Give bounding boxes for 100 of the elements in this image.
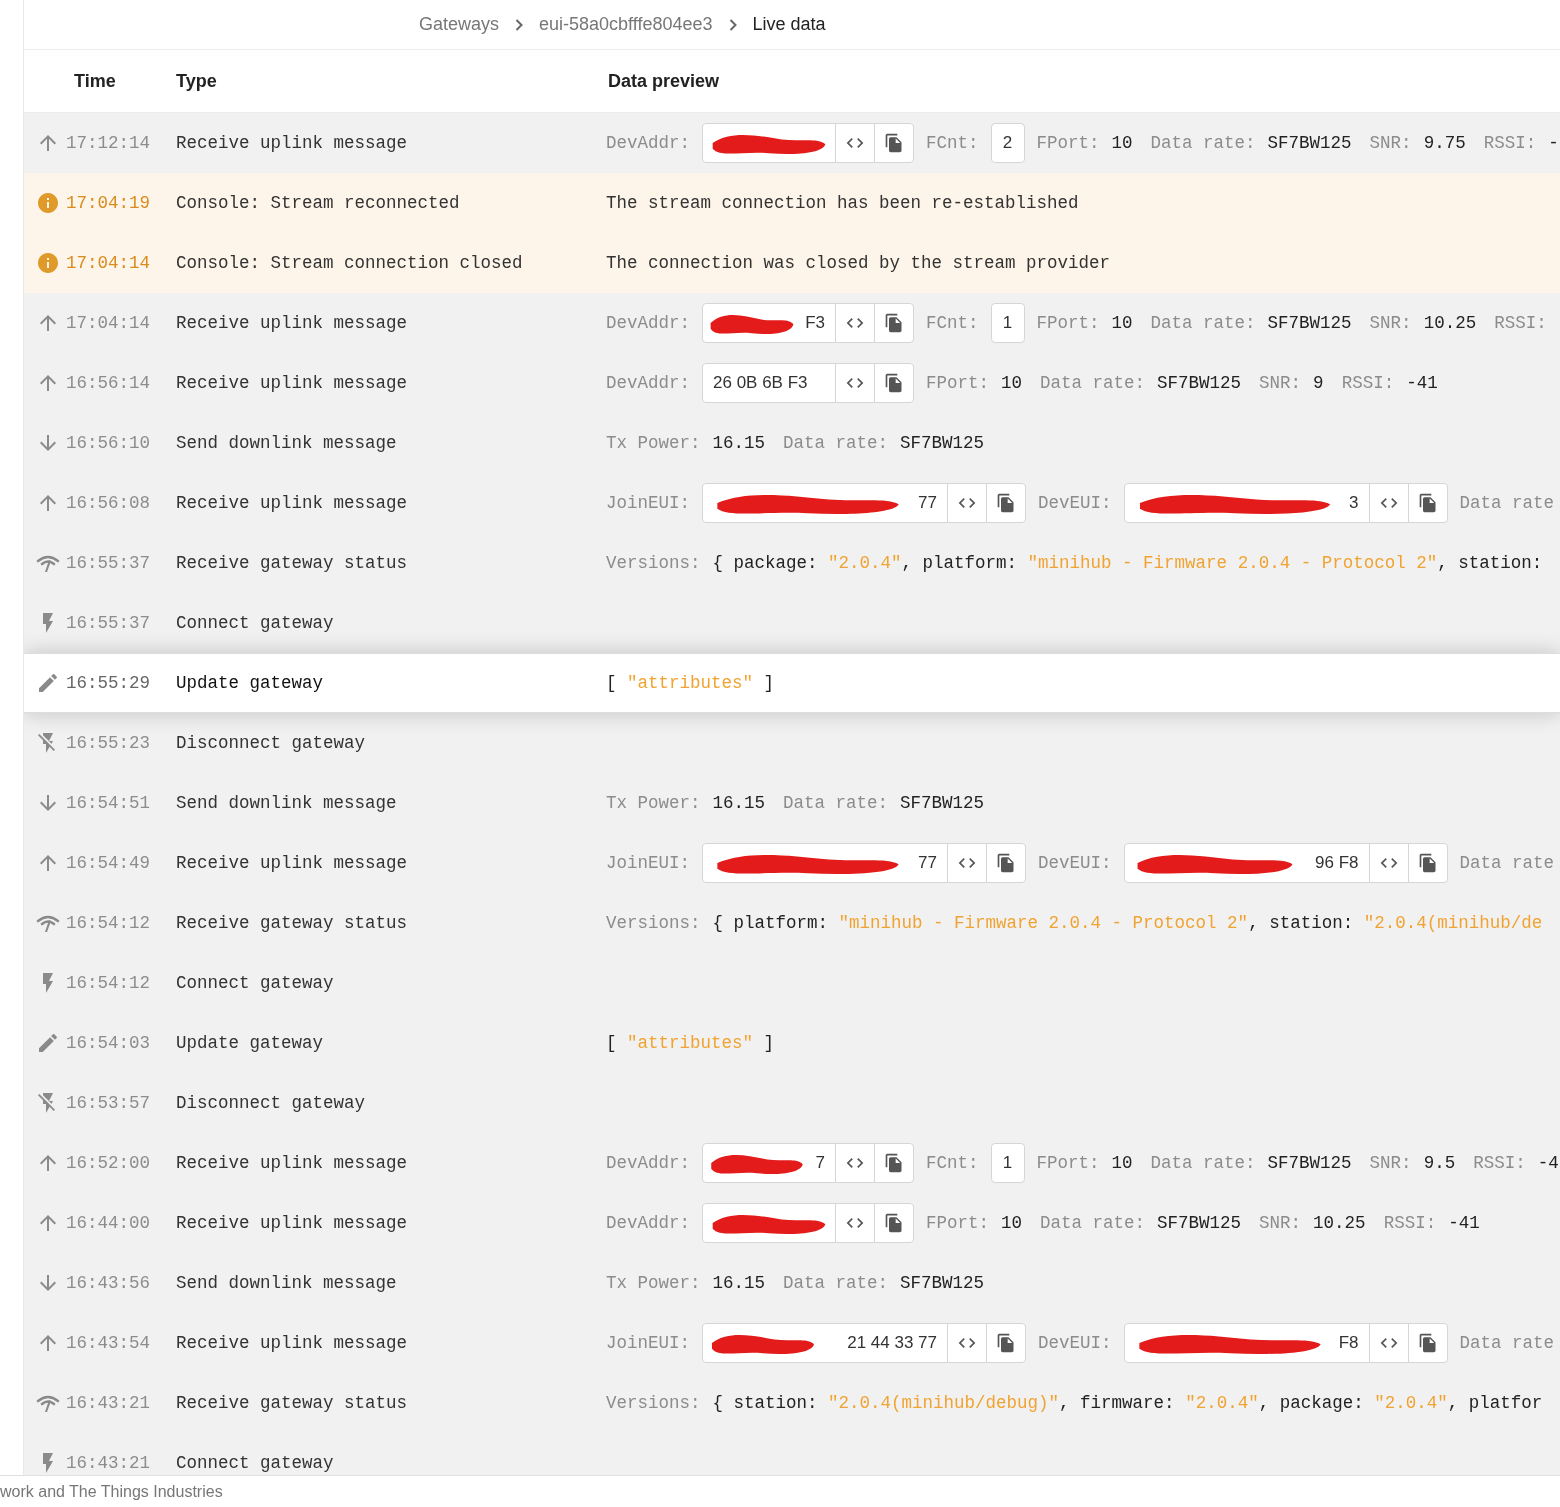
field-label: Data rate:: [1150, 311, 1256, 335]
breadcrumb-link[interactable]: eui-58a0cbfffe804ee3: [539, 11, 713, 38]
field-label: Tx Power:: [606, 791, 701, 815]
id-field[interactable]: 77: [702, 483, 1026, 523]
field-label: Data rate: [1459, 851, 1555, 875]
count-value: 2: [990, 123, 1025, 163]
event-type: Receive uplink message: [176, 491, 409, 515]
field-value: 10.25: [1423, 311, 1477, 335]
event-type: Console: Stream reconnected: [176, 191, 461, 215]
pencil-icon: [36, 671, 60, 695]
field-value: 9.75: [1423, 131, 1466, 155]
code-text: { package: "2.0.4", platform: "minihub - Firmware 2.0.4 - Protocol 2", station:: [712, 551, 1543, 575]
id-field[interactable]: [702, 123, 914, 163]
field-value: SF7BW125: [1267, 311, 1352, 335]
column-header: Data preview: [608, 69, 720, 93]
field-value: SF7BW125: [1157, 371, 1242, 395]
event-type: Receive uplink message: [176, 131, 409, 155]
event-type: Receive uplink message: [176, 371, 409, 395]
event-time: 16:56:08: [66, 491, 151, 515]
event-row[interactable]: 17:04:19 Console: Stream reconnected The stream connection has been re-established: [24, 173, 1560, 233]
field-label: FPort:: [926, 1211, 990, 1235]
field-label: RSSI:: [1483, 131, 1537, 155]
field-value: -41: [1406, 371, 1438, 395]
field-value: SF7BW125: [1157, 1211, 1242, 1235]
event-type: Receive uplink message: [176, 1331, 409, 1355]
id-field[interactable]: F3: [702, 303, 914, 343]
chevron-icon: [728, 18, 737, 31]
field-label: SNR:: [1259, 1211, 1302, 1235]
event-time: 16:54:49: [66, 851, 151, 875]
column-header: Type: [176, 69, 218, 93]
field-value: SF7BW125: [900, 431, 985, 455]
field-value: F8: [1338, 1332, 1359, 1355]
field-label: JoinEUI:: [606, 491, 690, 515]
field-value: SF7BW125: [900, 1271, 985, 1295]
code-text: { platform: "minihub - Firmware 2.0.4 - Protocol 2", station: "2.0.4(minihub/de: [712, 911, 1543, 935]
column-header: Time: [74, 69, 117, 93]
event-time: 16:43:21: [66, 1451, 151, 1475]
id-field[interactable]: 3: [1123, 483, 1448, 523]
field-value: 21 44 33 77: [847, 1332, 937, 1355]
event-type: Receive uplink message: [176, 851, 409, 875]
code-text: [ "attributes" ]: [606, 1031, 775, 1055]
field-label: DevAddr:: [606, 371, 690, 395]
event-type: Receive gateway status: [176, 1391, 409, 1415]
field-value: 10: [1111, 311, 1133, 335]
id-field[interactable]: 96 F8: [1123, 843, 1448, 883]
event-time: 16:53:57: [66, 1091, 151, 1115]
field-value: 3: [1349, 492, 1359, 515]
field-value: 16.15: [712, 791, 766, 815]
event-type: Receive gateway status: [176, 911, 409, 935]
event-type: Disconnect gateway: [176, 1091, 367, 1115]
id-field[interactable]: 7: [702, 1143, 914, 1183]
copy-icon: [884, 373, 904, 393]
field-value: -4: [1537, 1151, 1559, 1175]
event-time: 17:04:14: [66, 251, 151, 275]
event-time: 16:52:00: [66, 1151, 151, 1175]
event-type: Connect gateway: [176, 1451, 335, 1475]
field-label: Data rate:: [1040, 1211, 1146, 1235]
field-label: FPort:: [1036, 311, 1100, 335]
event-row[interactable]: 16:55:29 Update gateway [ "attributes" ]: [24, 653, 1560, 713]
field-label: Data rate:: [783, 431, 889, 455]
breadcrumb-link[interactable]: Gateways: [419, 11, 500, 38]
field-label: RSSI:: [1383, 1211, 1437, 1235]
event-time: 17:04:14: [66, 311, 151, 335]
field-value: 96 F8: [1315, 852, 1359, 875]
field-label: FCnt:: [926, 1151, 979, 1175]
copy-icon: [884, 313, 904, 333]
field-label: Data rate:: [1040, 371, 1146, 395]
field-label: DevAddr:: [606, 131, 690, 155]
event-time: 16:55:23: [66, 731, 151, 755]
event-message: The connection was closed by the stream provider: [606, 251, 1111, 275]
field-value: 77: [918, 852, 937, 875]
field-label: SNR:: [1369, 1151, 1412, 1175]
event-type: Disconnect gateway: [176, 731, 367, 755]
field-label: Tx Power:: [606, 431, 701, 455]
field-label: Versions:: [606, 1391, 701, 1415]
field-label: FCnt:: [926, 311, 979, 335]
copy-icon: [996, 1333, 1016, 1353]
field-label: SNR:: [1369, 131, 1412, 155]
id-field[interactable]: 26 0B 6B F3: [702, 363, 914, 403]
field-label: Versions:: [606, 551, 701, 575]
event-type: Connect gateway: [176, 611, 335, 635]
field-label: JoinEUI:: [606, 1331, 690, 1355]
id-field[interactable]: 21 44 33 77: [702, 1323, 1026, 1363]
event-row[interactable]: 17:04:14 Console: Stream connection closed The connection was closed by the stream provider: [24, 233, 1560, 293]
id-field[interactable]: [702, 1203, 914, 1243]
field-label: Versions:: [606, 911, 701, 935]
field-value: 7: [815, 1152, 825, 1175]
field-label: Data rate:: [783, 1271, 889, 1295]
event-type: Connect gateway: [176, 971, 335, 995]
field-value: 16.15: [712, 431, 766, 455]
event-type: Update gateway: [176, 671, 325, 695]
field-value: 77: [918, 492, 937, 515]
breadcrumb-link[interactable]: Live data: [752, 11, 826, 38]
event-type: Receive gateway status: [176, 551, 409, 575]
id-field[interactable]: 77: [702, 843, 1026, 883]
field-label: SNR:: [1259, 371, 1302, 395]
event-message: The stream connection has been re-established: [606, 191, 1079, 215]
id-field[interactable]: F8: [1123, 1323, 1448, 1363]
event-type: Receive uplink message: [176, 1211, 409, 1235]
field-value: F3: [805, 312, 825, 335]
